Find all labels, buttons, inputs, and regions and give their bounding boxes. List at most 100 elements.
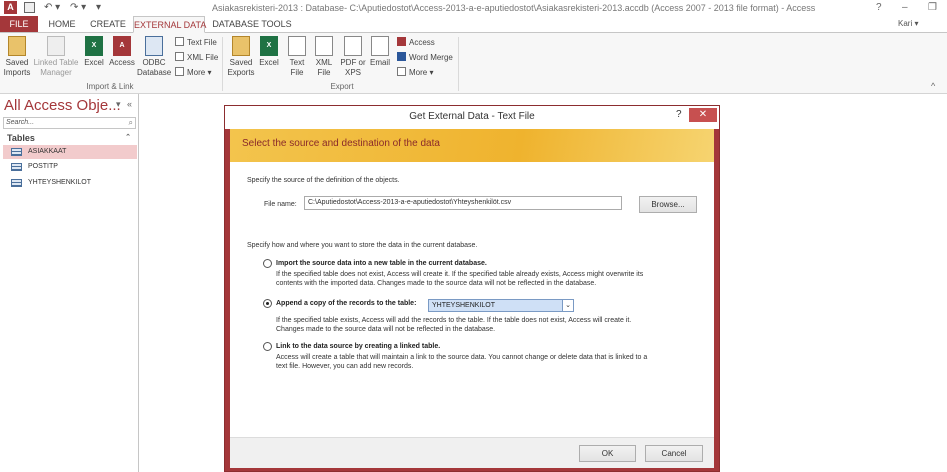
group-divider	[222, 37, 223, 91]
import-xml-file-button[interactable]: XML File	[175, 52, 218, 63]
odbc-database-button[interactable]: ODBC Database	[137, 36, 171, 78]
user-account[interactable]: Kari ▾	[898, 19, 918, 28]
export-access-label: Access	[409, 38, 435, 47]
append-records-radio[interactable]	[263, 299, 272, 308]
group-divider	[458, 37, 459, 91]
minimize-icon[interactable]: –	[902, 1, 908, 14]
xml-file-icon	[175, 52, 184, 61]
link-table-desc: Access will create a table that will mai…	[276, 354, 648, 370]
title-bar: A ↶ ▾ ↷ ▾ ▾ Asiakasrekisteri-2013 : Data…	[0, 0, 947, 16]
import-new-table-desc: If the specified table does not exist, A…	[276, 271, 644, 287]
nav-item-postitp[interactable]: POSTITP	[3, 160, 137, 174]
restore-icon[interactable]: ❐	[928, 1, 937, 14]
export-pdf-label: PDF or XPS	[340, 58, 366, 77]
saved-exports-label: Saved Exports	[227, 58, 255, 77]
shutter-bar-icon[interactable]: «	[127, 99, 132, 109]
access-icon: A	[113, 36, 131, 56]
tab-home[interactable]: HOME	[42, 16, 82, 33]
get-external-data-dialog: Get External Data - Text File ? ✕ Select…	[224, 105, 720, 472]
source-prompt: Specify the source of the definition of …	[247, 177, 400, 184]
access-window: A ↶ ▾ ↷ ▾ ▾ Asiakasrekisteri-2013 : Data…	[0, 0, 947, 472]
table-icon	[11, 148, 22, 156]
export-pdf-button[interactable]: PDF or XPS	[339, 36, 367, 78]
tab-file[interactable]: FILE	[0, 16, 38, 33]
export-more-button[interactable]: More ▾	[397, 67, 433, 78]
xml-file-export-icon	[315, 36, 333, 56]
pdf-icon	[344, 36, 362, 56]
export-more-label: More ▾	[409, 68, 434, 77]
dialog-close-button[interactable]: ✕	[689, 108, 717, 122]
export-more-icon	[397, 67, 406, 76]
append-records-desc: If the specified table exists, Access wi…	[276, 317, 632, 333]
nav-menu-icon[interactable]: ▾	[116, 99, 121, 110]
export-access-button[interactable]: Access	[397, 37, 435, 48]
import-link-group-label: Import & Link	[86, 82, 134, 91]
saved-imports-icon	[8, 36, 26, 56]
import-excel-label: Excel	[84, 58, 104, 67]
saved-exports-icon	[232, 36, 250, 56]
customize-qat-icon[interactable]: ▾	[96, 1, 101, 14]
undo-icon[interactable]: ↶ ▾	[44, 1, 60, 14]
append-table-select[interactable]: YHTEYSHENKILOT ⌄	[428, 299, 574, 312]
odbc-database-icon	[145, 36, 163, 56]
nav-item-asiakkaat[interactable]: ASIAKKAAT	[3, 145, 137, 159]
ok-button[interactable]: OK	[579, 445, 636, 462]
excel-icon: X	[85, 36, 103, 56]
linked-table-manager-label: Linked Table Manager	[33, 58, 79, 77]
linked-table-manager-button: Linked Table Manager	[33, 36, 79, 78]
collapse-ribbon-icon[interactable]: ^	[931, 81, 935, 91]
export-xml-file-label: XML File	[315, 58, 333, 77]
export-text-file-button[interactable]: Text File	[285, 36, 309, 78]
table-icon	[11, 179, 22, 187]
browse-button[interactable]: Browse...	[639, 196, 697, 213]
append-records-label[interactable]: Append a copy of the records to the tabl…	[276, 299, 416, 308]
linked-table-manager-icon	[47, 36, 65, 56]
file-name-label: File name:	[264, 201, 297, 208]
import-text-file-label: Text File	[187, 38, 217, 47]
import-more-button[interactable]: More ▾	[175, 67, 211, 78]
link-table-label[interactable]: Link to the data source by creating a li…	[276, 342, 440, 351]
cancel-button[interactable]: Cancel	[645, 445, 703, 462]
import-new-table-radio[interactable]	[263, 259, 272, 268]
nav-item-yhteyshenkilot[interactable]: YHTEYSHENKILOT	[3, 176, 137, 190]
import-excel-button[interactable]: X Excel	[82, 36, 106, 68]
word-merge-label: Word Merge	[409, 53, 453, 62]
nav-pane-title[interactable]: All Access Obje...	[4, 97, 121, 114]
save-icon[interactable]	[24, 2, 35, 13]
tab-create[interactable]: CREATE	[86, 16, 130, 33]
ribbon: Saved Imports Linked Table Manager X Exc…	[0, 32, 947, 94]
table-icon	[11, 163, 22, 171]
file-name-input[interactable]: C:\Aputiedostot\Access-2013-a-e-aputiedo…	[304, 196, 622, 210]
import-access-label: Access	[109, 58, 135, 67]
nav-group-tables[interactable]: Tables ⌃	[3, 132, 136, 144]
access-app-icon[interactable]: A	[4, 1, 17, 14]
chevron-down-icon[interactable]: ⌄	[562, 300, 573, 311]
redo-icon[interactable]: ↷ ▾	[70, 1, 86, 14]
export-xml-file-button[interactable]: XML File	[312, 36, 336, 78]
import-access-button[interactable]: A Access	[108, 36, 136, 68]
export-excel-button[interactable]: X Excel	[257, 36, 281, 68]
export-email-button[interactable]: Email	[368, 36, 392, 68]
tab-database-tools[interactable]: DATABASE TOOLS	[212, 16, 292, 33]
export-email-label: Email	[369, 58, 390, 67]
saved-imports-button[interactable]: Saved Imports	[3, 36, 31, 78]
word-merge-button[interactable]: Word Merge	[397, 52, 453, 63]
dialog-banner: Select the source and destination of the…	[230, 129, 714, 162]
nav-search-input[interactable]: Search... ⌕	[3, 117, 136, 129]
help-icon[interactable]: ?	[876, 1, 882, 14]
chevron-up-icon: ⌃	[125, 134, 131, 141]
search-icon[interactable]: ⌕	[129, 118, 133, 128]
import-text-file-button[interactable]: Text File	[175, 37, 217, 48]
export-excel-label: Excel	[259, 58, 279, 67]
export-text-file-label: Text File	[289, 58, 305, 77]
nav-item-label: POSTITP	[28, 163, 58, 170]
nav-item-label: YHTEYSHENKILOT	[28, 179, 92, 186]
import-new-table-label[interactable]: Import the source data into a new table …	[276, 259, 487, 268]
nav-item-label: ASIAKKAAT	[28, 148, 67, 155]
link-table-radio[interactable]	[263, 342, 272, 351]
access-export-icon	[397, 37, 406, 46]
export-group-label: Export	[330, 82, 354, 91]
tab-external-data[interactable]: EXTERNAL DATA	[133, 16, 206, 33]
dialog-help-icon[interactable]: ?	[676, 109, 682, 120]
saved-exports-button[interactable]: Saved Exports	[227, 36, 255, 78]
